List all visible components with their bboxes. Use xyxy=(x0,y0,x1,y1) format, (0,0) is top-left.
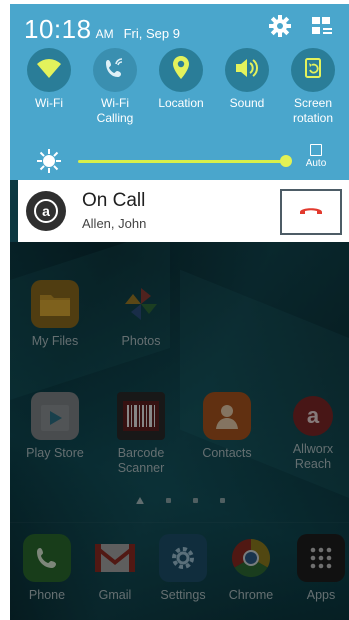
quick-settings-panel: 10:18 AM Fri, Sep 9 Wi-Fi Wi-Fi Calling … xyxy=(10,4,349,180)
tile-location[interactable]: Location xyxy=(150,48,212,111)
phone-screen: My Files Photos Play Store Barcode Scann… xyxy=(10,4,349,620)
tile-label: Sound xyxy=(229,96,265,110)
gear-icon[interactable] xyxy=(268,14,292,38)
wifi-icon xyxy=(36,57,62,84)
screen-rotation-icon xyxy=(301,56,325,85)
tile-wifi[interactable]: Wi-Fi xyxy=(18,48,80,111)
tile-label: Wi-Fi Calling xyxy=(96,96,134,125)
wifi-calling-icon xyxy=(103,56,127,85)
quick-tiles: Wi-Fi Wi-Fi Calling Location Sound Scree… xyxy=(10,48,349,138)
tile-wifi-calling[interactable]: Wi-Fi Calling xyxy=(84,48,146,126)
status-bar: 10:18 AM Fri, Sep 9 xyxy=(24,14,180,44)
allworx-logo-icon: a xyxy=(26,191,66,231)
tile-label: Location xyxy=(158,96,204,110)
tile-label: Wi-Fi xyxy=(35,96,63,110)
brightness-slider-thumb[interactable] xyxy=(280,155,292,167)
notification-subtitle: Allen, John xyxy=(82,216,147,231)
hang-up-icon xyxy=(298,203,324,221)
clock: 10:18 xyxy=(24,14,92,44)
call-notification[interactable]: a On Call Allen, John xyxy=(18,180,349,242)
notification-title: On Call xyxy=(82,190,146,211)
brightness-slider[interactable] xyxy=(78,160,284,163)
clock-ampm: AM xyxy=(95,27,114,41)
tile-screen-rotation[interactable]: Screen rotation xyxy=(282,48,344,126)
edit-tiles-icon[interactable] xyxy=(310,14,334,38)
svg-text:a: a xyxy=(42,203,50,219)
hang-up-button[interactable] xyxy=(280,189,342,235)
tile-circle xyxy=(27,48,71,92)
date: Fri, Sep 9 xyxy=(123,26,180,41)
auto-brightness-checkbox xyxy=(310,144,322,156)
tile-circle xyxy=(93,48,137,92)
tile-label: Screen rotation xyxy=(292,96,334,125)
location-icon xyxy=(171,55,191,86)
auto-brightness-label: Auto xyxy=(305,158,327,169)
sound-icon xyxy=(234,57,260,84)
tile-circle xyxy=(291,48,335,92)
notification-shade-dim xyxy=(10,242,349,620)
brightness-control: Auto xyxy=(10,142,349,178)
tile-sound[interactable]: Sound xyxy=(216,48,278,111)
auto-brightness-toggle[interactable]: Auto xyxy=(298,144,334,169)
tile-circle xyxy=(159,48,203,92)
brightness-icon xyxy=(36,148,62,174)
tile-circle xyxy=(225,48,269,92)
